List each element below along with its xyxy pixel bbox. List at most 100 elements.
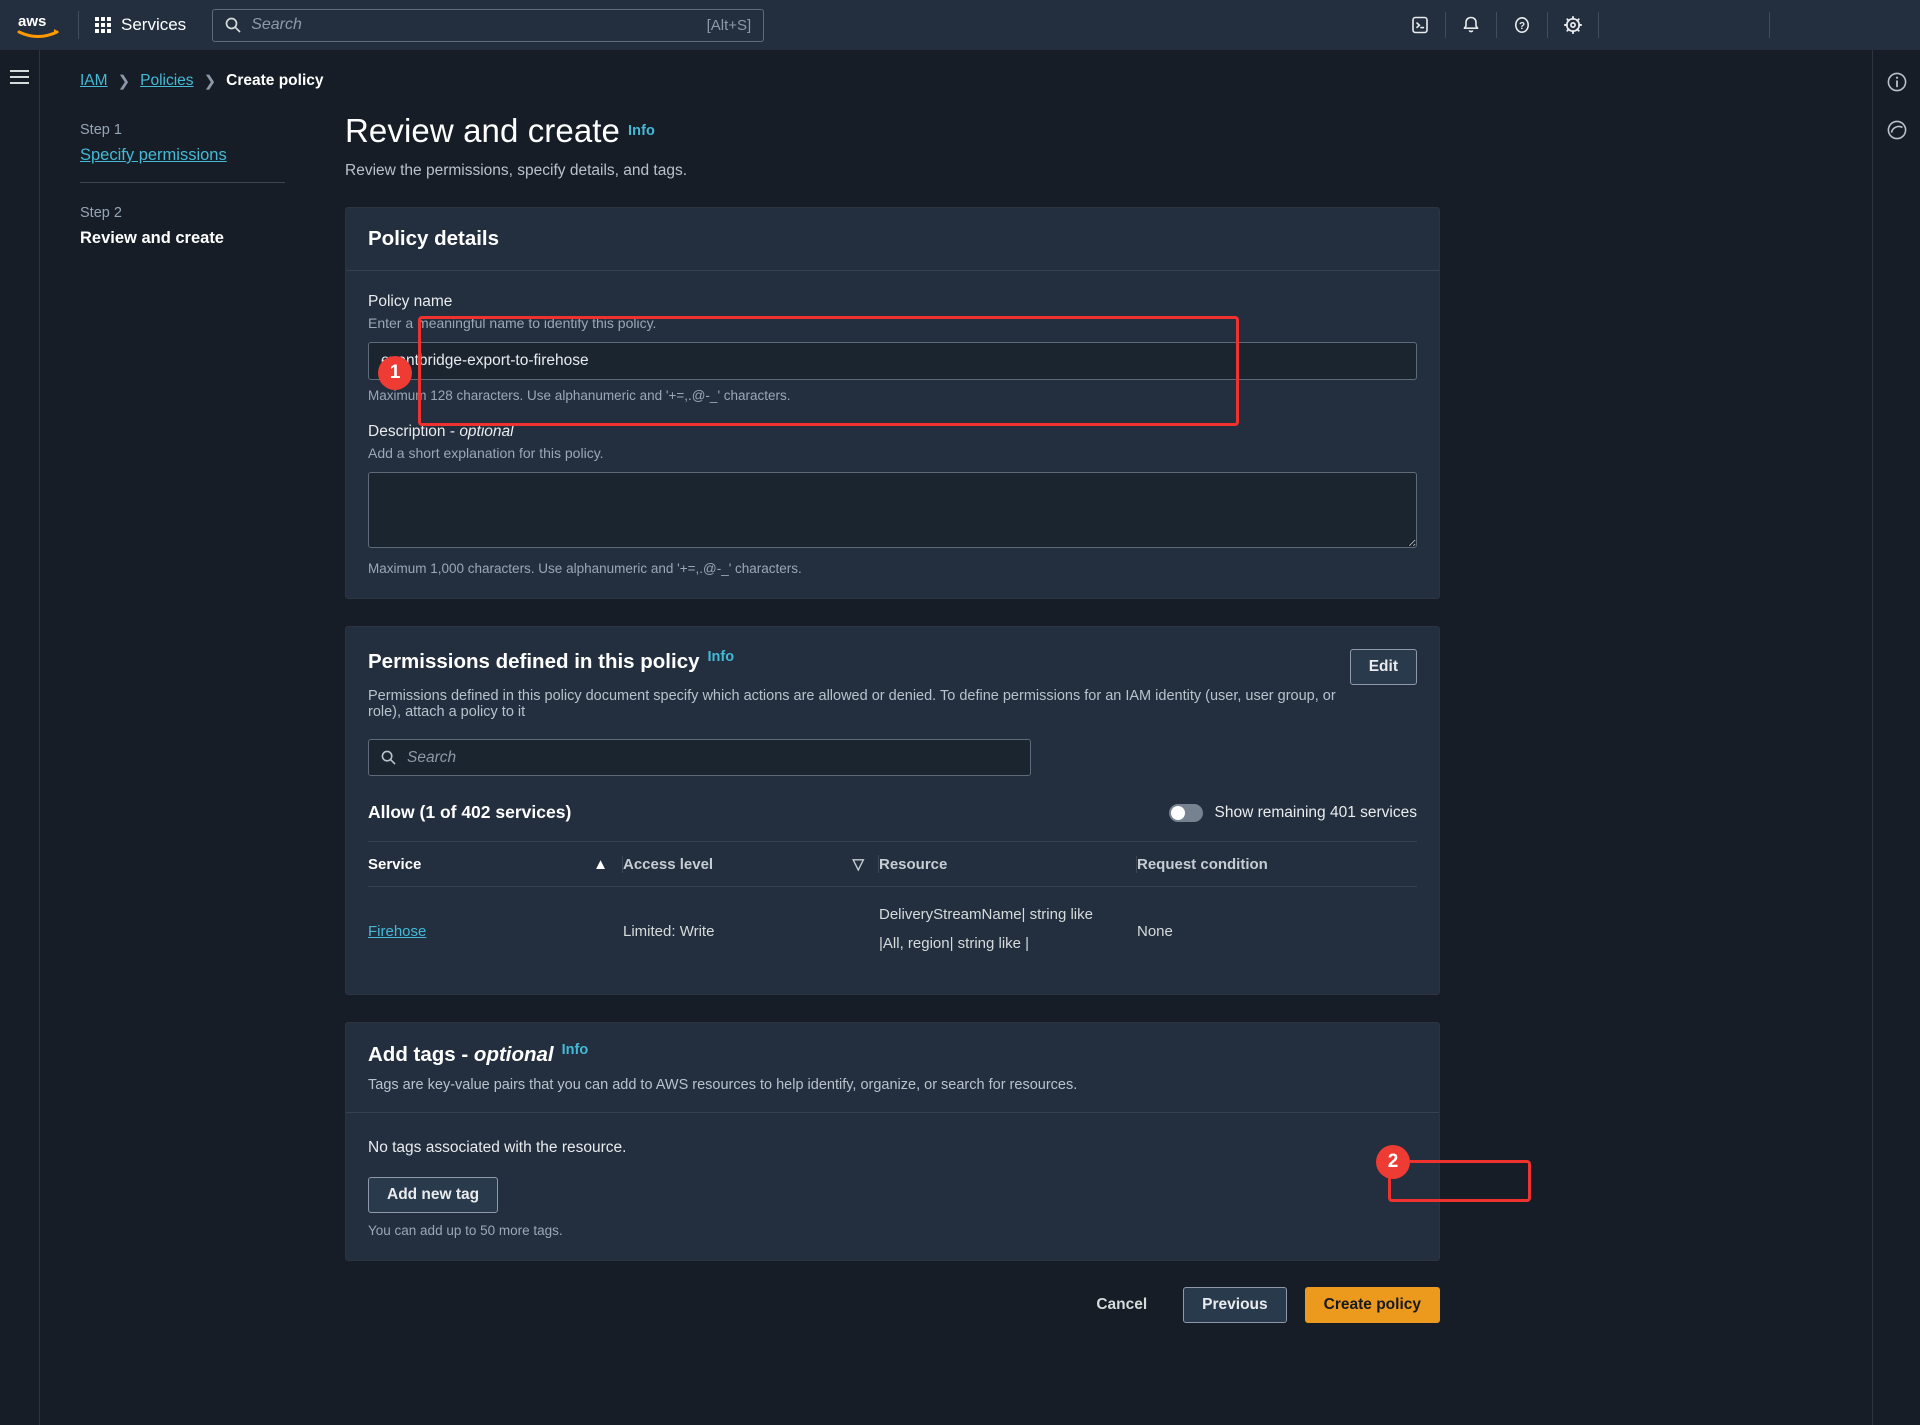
show-remaining-services-toggle[interactable]: Show remaining 401 services [1168, 803, 1417, 822]
permissions-body: Permissions defined in this policy Info P… [346, 627, 1439, 994]
no-tags-message: No tags associated with the resource. [368, 1138, 627, 1156]
breadcrumb: IAM ❯ Policies ❯ Create policy [40, 50, 1872, 90]
policy-name-label: Policy name [368, 293, 453, 310]
column-header-resource-label: Resource [879, 855, 948, 873]
step-2-number: Step 2 [80, 205, 122, 221]
policy-name-description: Enter a meaningful name to identify this… [368, 315, 657, 331]
policy-description-description: Add a short explanation for this policy. [368, 445, 604, 461]
add-tags-header: Add tags - optional Info Tags are key-val… [346, 1023, 1439, 1113]
policy-details-heading: Policy details [368, 227, 500, 250]
page-title: Review and create Info [345, 112, 1440, 150]
main-column: Review and create Info Review the permiss… [345, 90, 1525, 1323]
step-divider [80, 182, 285, 183]
help-circle-icon[interactable]: ? [1497, 0, 1547, 50]
permissions-search-placeholder: Search [407, 748, 457, 766]
column-header-resource[interactable]: Resource [879, 841, 1137, 887]
top-navigation-bar: aws Services Search [Alt+S] ? [0, 0, 1920, 50]
policy-description-field: Description - optional Add a short expla… [368, 423, 1417, 576]
policy-name-hint: Maximum 128 characters. Use alphanumeric… [368, 388, 791, 403]
search-icon [225, 17, 241, 33]
add-tags-info-link[interactable]: Info [562, 1042, 589, 1058]
notifications-bell-icon[interactable] [1446, 0, 1496, 50]
global-search-input[interactable]: Search [Alt+S] [212, 8, 765, 42]
column-header-service-label: Service [368, 855, 422, 873]
permissions-search-input[interactable]: Search [368, 739, 1031, 776]
menu-hamburger-icon[interactable] [10, 70, 29, 84]
search-shortcut-hint: [Alt+S] [706, 16, 752, 34]
breadcrumb-item-policies[interactable]: Policies [140, 72, 193, 90]
chevron-right-icon: ❯ [203, 73, 217, 90]
feedback-panel-icon[interactable] [1877, 110, 1917, 150]
top-nav-right-icons: ? [1395, 0, 1920, 50]
add-tags-optional-text: optional [473, 1042, 554, 1066]
table-row: Firehose Limited: Write DeliveryStreamNa… [368, 887, 1417, 972]
cancel-button[interactable]: Cancel [1078, 1288, 1165, 1322]
add-new-tag-button[interactable]: Add new tag [368, 1176, 499, 1213]
toggle-label: Show remaining 401 services [1214, 803, 1417, 821]
column-header-access-level-label: Access level [623, 855, 714, 873]
policy-details-body: Policy name Enter a meaningful name to i… [346, 271, 1439, 598]
info-panel-icon[interactable] [1877, 62, 1917, 102]
permissions-description: Permissions defined in this policy docum… [368, 688, 1336, 720]
permissions-heading: Permissions defined in this policy Info [368, 649, 1350, 674]
search-icon [381, 750, 396, 765]
nav-icon-divider [1769, 12, 1770, 38]
add-tags-card: Add tags - optional Info Tags are key-val… [345, 1021, 1440, 1261]
annotation-badge-1: 1 [378, 356, 412, 390]
page-subtitle: Review the permissions, specify details,… [345, 162, 688, 179]
filter-descending-icon: ▽ [852, 856, 864, 873]
column-header-request-condition[interactable]: Request condition [1137, 841, 1417, 887]
add-tags-description: Tags are key-value pairs that you can ad… [368, 1076, 1078, 1093]
edit-permissions-button[interactable]: Edit [1349, 649, 1417, 685]
column-header-access-level[interactable]: Access level ▽ [623, 841, 879, 887]
policy-description-hint: Maximum 1,000 characters. Use alphanumer… [368, 561, 802, 576]
settings-gear-icon[interactable] [1548, 0, 1598, 50]
cell-resource: DeliveryStreamName| string like |All, re… [879, 887, 1137, 972]
resource-line-2: |All, region| string like | [879, 935, 1030, 953]
allow-services-count: Allow (1 of 402 services) [368, 802, 572, 822]
page-title-text: Review and create [345, 112, 621, 149]
cloudshell-icon[interactable] [1395, 0, 1445, 50]
policy-description-label-text: Description - [368, 423, 460, 440]
svg-text:?: ? [1519, 21, 1525, 32]
previous-button[interactable]: Previous [1183, 1286, 1287, 1323]
page-content: IAM ❯ Policies ❯ Create policy Step 1 Sp… [40, 50, 1872, 1425]
add-tags-body: No tags associated with the resource. Ad… [346, 1113, 1439, 1260]
cell-access-level: Limited: Write [623, 923, 715, 940]
create-policy-button[interactable]: Create policy [1304, 1286, 1440, 1323]
column-header-service[interactable]: Service ▲ [368, 841, 623, 887]
policy-description-textarea[interactable] [368, 472, 1417, 548]
sidebar-item-review-and-create: Review and create [80, 229, 224, 247]
sidebar-item-specify-permissions[interactable]: Specify permissions [80, 146, 345, 165]
policy-name-field: Policy name Enter a meaningful name to i… [368, 293, 1417, 403]
services-label: Services [121, 15, 187, 34]
left-rail [0, 50, 40, 1425]
allow-row: Allow (1 of 402 services) Show remaining… [368, 802, 1417, 823]
grid-icon [95, 17, 111, 33]
services-menu-button[interactable]: Services [79, 0, 202, 50]
global-search-placeholder: Search [251, 16, 302, 33]
breadcrumb-item-iam[interactable]: IAM [80, 72, 108, 90]
cell-request-condition: None [1137, 923, 1173, 940]
svg-text:aws: aws [18, 13, 46, 30]
chevron-right-icon: ❯ [117, 73, 131, 90]
policy-description-label: Description - optional [368, 423, 1417, 441]
add-tags-heading-text: Add tags - [368, 1042, 474, 1066]
breadcrumb-item-create-policy: Create policy [226, 72, 324, 89]
policy-description-optional-text: optional [459, 423, 514, 440]
permissions-card: Permissions defined in this policy Info P… [345, 626, 1440, 995]
wizard-footer: Cancel Previous Create policy [345, 1261, 1440, 1323]
permissions-info-link[interactable]: Info [708, 649, 735, 665]
nav-icon-divider [1598, 12, 1599, 38]
aws-logo[interactable]: aws [0, 11, 78, 39]
wizard-steps: Step 1 Specify permissions Step 2 Review… [80, 90, 345, 1323]
table-header-row: Service ▲ Access level ▽ Resource Reques… [368, 841, 1417, 887]
policy-name-input[interactable] [368, 342, 1417, 380]
page-info-link[interactable]: Info [628, 123, 655, 139]
add-tags-heading: Add tags - optional Info [368, 1042, 1417, 1067]
permissions-heading-text: Permissions defined in this policy [368, 650, 700, 673]
policy-details-card: Policy details Policy name Enter a meani… [345, 207, 1440, 599]
right-rail [1872, 50, 1920, 1425]
toggle-switch[interactable] [1168, 803, 1203, 822]
service-link-firehose[interactable]: Firehose [368, 923, 426, 940]
